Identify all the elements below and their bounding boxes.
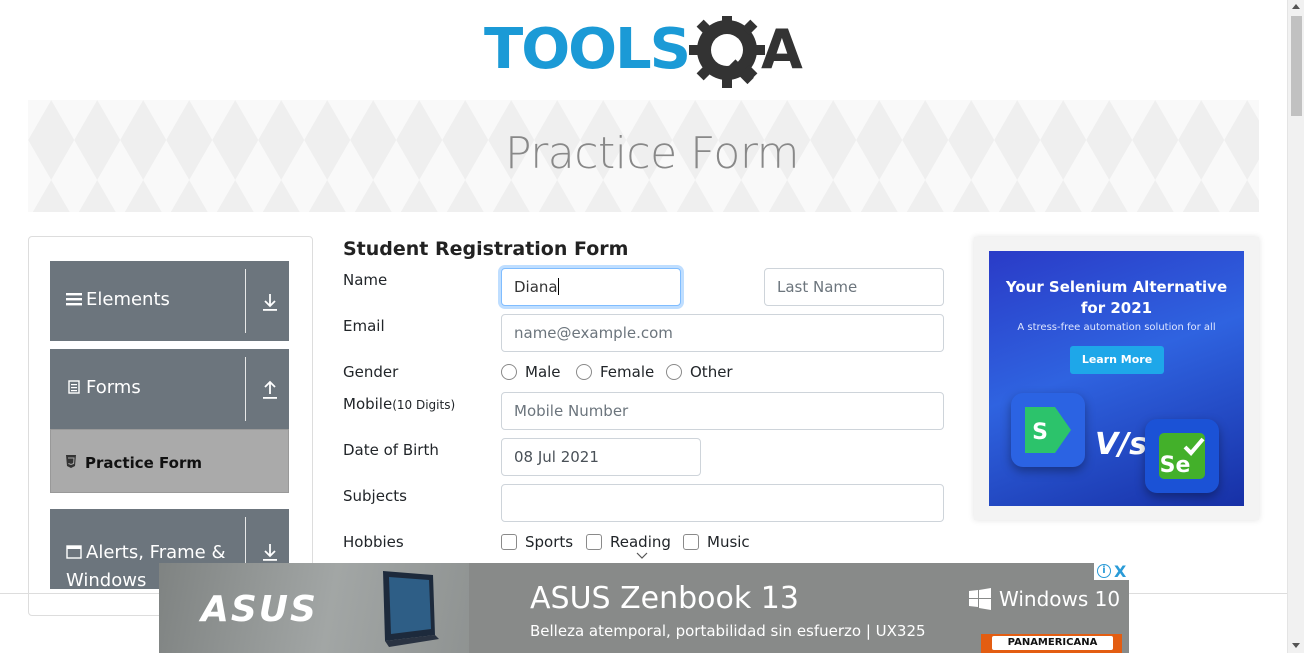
ad-close-icon[interactable]: X: [1114, 562, 1126, 581]
scroll-up-icon[interactable]: [1292, 4, 1300, 9]
scroll-down-icon[interactable]: [1292, 643, 1300, 648]
sidebar-group-label: Elements: [86, 289, 170, 310]
sidebar-group-label: Forms: [86, 377, 141, 398]
svg-text:TOOLS: TOOLS: [484, 17, 689, 82]
ad-headline-line2: for 2021: [1080, 299, 1153, 317]
subjects-input[interactable]: [501, 484, 944, 522]
gender-other-label[interactable]: Other: [690, 363, 733, 381]
windows-logo-icon: [969, 588, 991, 610]
retailer-badge: PANAMERICANA: [981, 634, 1122, 653]
name-label: Name: [343, 271, 388, 289]
ad-banner[interactable]: Your Selenium Alternative for 2021 A stre…: [989, 251, 1244, 506]
ad-headline: Your Selenium Alternative for 2021: [989, 277, 1244, 319]
gender-male-label[interactable]: Male: [525, 363, 561, 381]
hobby-music-label[interactable]: Music: [707, 533, 750, 551]
sidebar-item-label: Practice Form: [85, 454, 202, 472]
katalon-logo-letter: S: [1032, 420, 1048, 445]
learn-more-button[interactable]: Learn More: [1070, 346, 1164, 374]
gender-female-label[interactable]: Female: [600, 363, 654, 381]
arrow-down-icon[interactable]: [262, 542, 278, 562]
ad-info-icon[interactable]: i: [1097, 564, 1111, 578]
arrow-up-icon[interactable]: [262, 380, 278, 400]
mobile-label: Mobile(10 Digits): [343, 395, 455, 413]
hobby-sports-checkbox[interactable]: [501, 534, 517, 550]
date-of-birth-input[interactable]: 08 Jul 2021: [501, 438, 701, 476]
hobby-reading-label[interactable]: Reading: [610, 533, 671, 551]
selenium-logo-icon: Se: [1145, 419, 1219, 493]
laptop-image: [383, 571, 439, 647]
sidebar-group-elements[interactable]: Elements: [50, 261, 289, 341]
text-caret: [557, 278, 559, 295]
retailer-label: PANAMERICANA: [992, 636, 1113, 650]
sidebar-item-practice-form[interactable]: Practice Form: [50, 429, 289, 493]
page-scrollbar[interactable]: [1287, 0, 1304, 653]
mobile-input[interactable]: Mobile Number: [501, 392, 944, 430]
hobby-reading-checkbox[interactable]: [586, 534, 602, 550]
scroll-thumb[interactable]: [1291, 16, 1302, 116]
form-title: Student Registration Form: [343, 238, 629, 260]
divider: [245, 357, 246, 421]
last-name-input[interactable]: Last Name: [764, 268, 944, 306]
arrow-down-icon[interactable]: [262, 292, 278, 312]
ad-subtitle: A stress-free automation solution for al…: [1017, 322, 1216, 333]
windows-label: Windows 10: [999, 587, 1121, 611]
svg-text:A: A: [761, 18, 803, 81]
first-name-input[interactable]: Diana: [501, 268, 681, 306]
ad-controls: i X: [1094, 562, 1129, 581]
gender-female-radio[interactable]: [576, 364, 592, 380]
ad-title: ASUS Zenbook 13: [530, 581, 799, 616]
menu-icon: [66, 293, 82, 306]
katalon-logo-icon: S: [1011, 393, 1085, 467]
ad-right: Your Selenium Alternative for 2021 A stre…: [974, 237, 1259, 520]
email-label: Email: [343, 317, 385, 335]
chevron-down-icon[interactable]: [636, 552, 648, 560]
ad-vs-text: V/s: [1095, 427, 1148, 462]
hobby-music-checkbox[interactable]: [683, 534, 699, 550]
mobile-label-text: Mobile: [343, 395, 393, 413]
selenium-logo-text: Se: [1160, 453, 1191, 478]
gender-label: Gender: [343, 363, 399, 381]
gender-other-radio[interactable]: [666, 364, 682, 380]
page-title: Practice Form: [504, 128, 800, 179]
html5-icon: [66, 455, 76, 468]
divider: [245, 269, 246, 333]
gender-male-radio[interactable]: [501, 364, 517, 380]
subjects-label: Subjects: [343, 487, 407, 505]
asus-logo: ASUS: [201, 589, 318, 630]
toolsqa-logo[interactable]: TOOLS A: [484, 16, 808, 90]
hobbies-label: Hobbies: [343, 533, 404, 551]
window-icon: [66, 545, 82, 559]
sidebar: Elements Forms Practice Form Alerts, Fra…: [28, 236, 313, 616]
email-input[interactable]: name@example.com: [501, 314, 944, 352]
sidebar-group-forms[interactable]: Forms: [50, 349, 289, 429]
dob-label: Date of Birth: [343, 441, 439, 459]
hobby-sports-label[interactable]: Sports: [525, 533, 573, 551]
document-icon: [68, 380, 80, 394]
ad-bottom[interactable]: ASUS ASUS Zenbook 13 Belleza atemporal, …: [159, 563, 1129, 653]
mobile-hint: (10 Digits): [392, 398, 456, 412]
ad-headline-line1: Your Selenium Alternative: [1005, 278, 1228, 296]
first-name-value: Diana: [514, 278, 558, 296]
ad-subtitle: Belleza atemporal, portabilidad sin esfu…: [530, 622, 926, 640]
